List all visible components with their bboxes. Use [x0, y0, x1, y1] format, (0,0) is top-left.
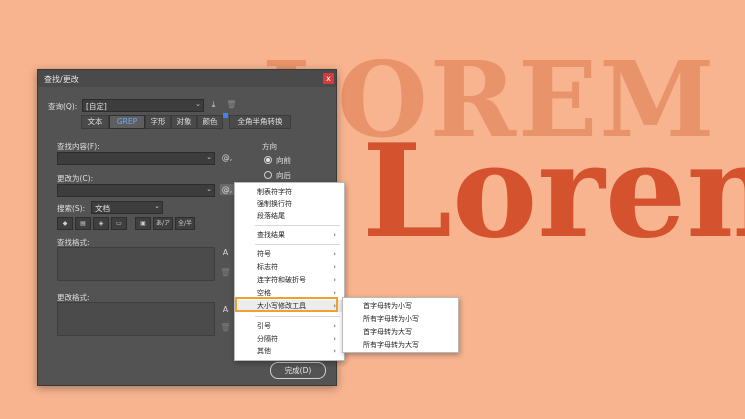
selection-highlight-box [235, 297, 338, 312]
menu-item-label: 段落结尾 [257, 212, 285, 220]
menu-item-markers[interactable]: 标志符 › [235, 261, 344, 273]
clear-find-format-icon[interactable]: 🗑 [220, 267, 231, 278]
tab-text[interactable]: 文本 [81, 115, 109, 129]
kana-sensitive-button[interactable]: あ/ア [153, 217, 173, 230]
menu-item-end-of-paragraph[interactable]: 段落结尾 [235, 210, 344, 222]
change-to-input[interactable]: ⌄ [57, 184, 215, 197]
special-characters-menu: 制表符字符 强制换行符 段落结尾 查找结果 › 符号 › 标志符 › 连字符和破折号 ›… [234, 182, 345, 361]
dialog-titlebar: 查找/更改 x [38, 70, 336, 87]
submenu-item-all-uppercase[interactable]: 所有字母转为大写 [363, 340, 419, 350]
change-to-label: 更改为(C): [57, 174, 94, 183]
background-word-loren: Loren [362, 117, 745, 267]
menu-item-forced-line-break[interactable]: 强制换行符 [235, 198, 344, 210]
menu-item-quotation-marks[interactable]: 引号 › [235, 320, 344, 332]
chevron-right-icon: › [333, 347, 336, 355]
menu-item-hyphens-dashes[interactable]: 连字符和破折号 › [235, 274, 344, 286]
delete-query-icon[interactable]: 🗑 [226, 99, 237, 110]
find-what-label: 查找内容(F): [57, 142, 100, 151]
chevron-right-icon: › [333, 335, 336, 343]
menu-item-label: 分隔符 [257, 335, 278, 343]
search-scope-select[interactable]: 文档 ⌄ [91, 201, 163, 214]
locked-stories-icon[interactable]: ▤ [75, 217, 91, 230]
direction-forward-radio[interactable] [264, 156, 272, 164]
direction-forward-label: 向前 [276, 156, 291, 165]
change-format-box[interactable] [57, 302, 215, 336]
width-sensitive-button[interactable]: 全/半 [175, 217, 195, 230]
menu-item-found[interactable]: 查找结果 › [235, 229, 344, 241]
chevron-down-icon: ⌄ [195, 100, 201, 108]
tab-glyph[interactable]: 字形 [145, 115, 171, 129]
submenu-item-first-uppercase[interactable]: 首字母转为大写 [363, 327, 412, 337]
search-scope-value: 文档 [95, 204, 110, 213]
menu-item-label: 其他 [257, 347, 271, 355]
menu-item-label: 查找结果 [257, 231, 285, 239]
find-what-input[interactable]: ⌄ [57, 152, 215, 165]
clear-change-format-icon[interactable]: 🗑 [220, 322, 231, 333]
footnotes-icon[interactable]: ▣ [135, 217, 151, 230]
tab-color[interactable]: 颜色 [197, 115, 223, 129]
search-label: 搜索(S): [57, 204, 86, 213]
menu-item-label: 符号 [257, 250, 271, 258]
direction-backward-label: 向后 [276, 171, 291, 180]
special-chars-find-icon[interactable]: @, [220, 152, 234, 163]
specify-change-format-icon[interactable]: A [220, 304, 231, 315]
submenu-item-first-lowercase[interactable]: 首字母转为小写 [363, 301, 412, 311]
menu-separator [255, 225, 340, 226]
chevron-down-icon: ⌄ [206, 185, 212, 193]
chevron-right-icon: › [333, 276, 336, 284]
menu-item-symbols[interactable]: 符号 › [235, 248, 344, 260]
tab-grep[interactable]: GREP [109, 115, 145, 129]
find-format-box[interactable] [57, 247, 215, 281]
menu-item-tab-character[interactable]: 制表符字符 [235, 186, 344, 198]
menu-item-label: 制表符字符 [257, 188, 292, 196]
tab-width-conversion[interactable]: 全角半角转换 [229, 115, 291, 129]
menu-item-label: 引号 [257, 322, 271, 330]
menu-item-label: 标志符 [257, 263, 278, 271]
direction-backward-radio[interactable] [264, 171, 272, 179]
chevron-right-icon: › [333, 322, 336, 330]
query-value: [自定] [86, 102, 107, 111]
tab-object[interactable]: 对象 [171, 115, 197, 129]
chevron-right-icon: › [333, 263, 336, 271]
query-label: 查询(Q): [48, 102, 78, 111]
chevron-right-icon: › [333, 231, 336, 239]
hidden-layers-icon[interactable]: ◈ [93, 217, 109, 230]
dialog-title: 查找/更改 [44, 75, 79, 84]
menu-item-break-character[interactable]: 分隔符 › [235, 333, 344, 345]
menu-item-other[interactable]: 其他 › [235, 345, 344, 357]
locked-layers-icon[interactable]: ◆ [57, 217, 73, 230]
chevron-down-icon: ⌄ [206, 153, 212, 161]
menu-separator [255, 244, 340, 245]
submenu-item-all-lowercase[interactable]: 所有字母转为小写 [363, 314, 419, 324]
special-chars-change-icon[interactable]: @, [220, 184, 234, 195]
query-select[interactable]: [自定] ⌄ [82, 99, 204, 112]
close-button[interactable]: x [323, 73, 334, 84]
done-button[interactable]: 完成(D) [270, 362, 326, 379]
master-pages-icon[interactable]: ▭ [111, 217, 127, 230]
case-change-submenu: 首字母转为小写 所有字母转为小写 首字母转为大写 所有字母转为大写 [342, 297, 459, 353]
direction-label: 方向 [262, 142, 277, 151]
menu-separator [255, 316, 340, 317]
menu-item-label: 强制换行符 [257, 200, 292, 208]
tab-indicator-icon [223, 113, 228, 118]
save-query-icon[interactable]: ⤓ [208, 99, 219, 110]
specify-find-format-icon[interactable]: A [220, 247, 231, 258]
chevron-down-icon: ⌄ [154, 202, 160, 210]
menu-item-label: 连字符和破折号 [257, 276, 306, 284]
chevron-right-icon: › [333, 250, 336, 258]
